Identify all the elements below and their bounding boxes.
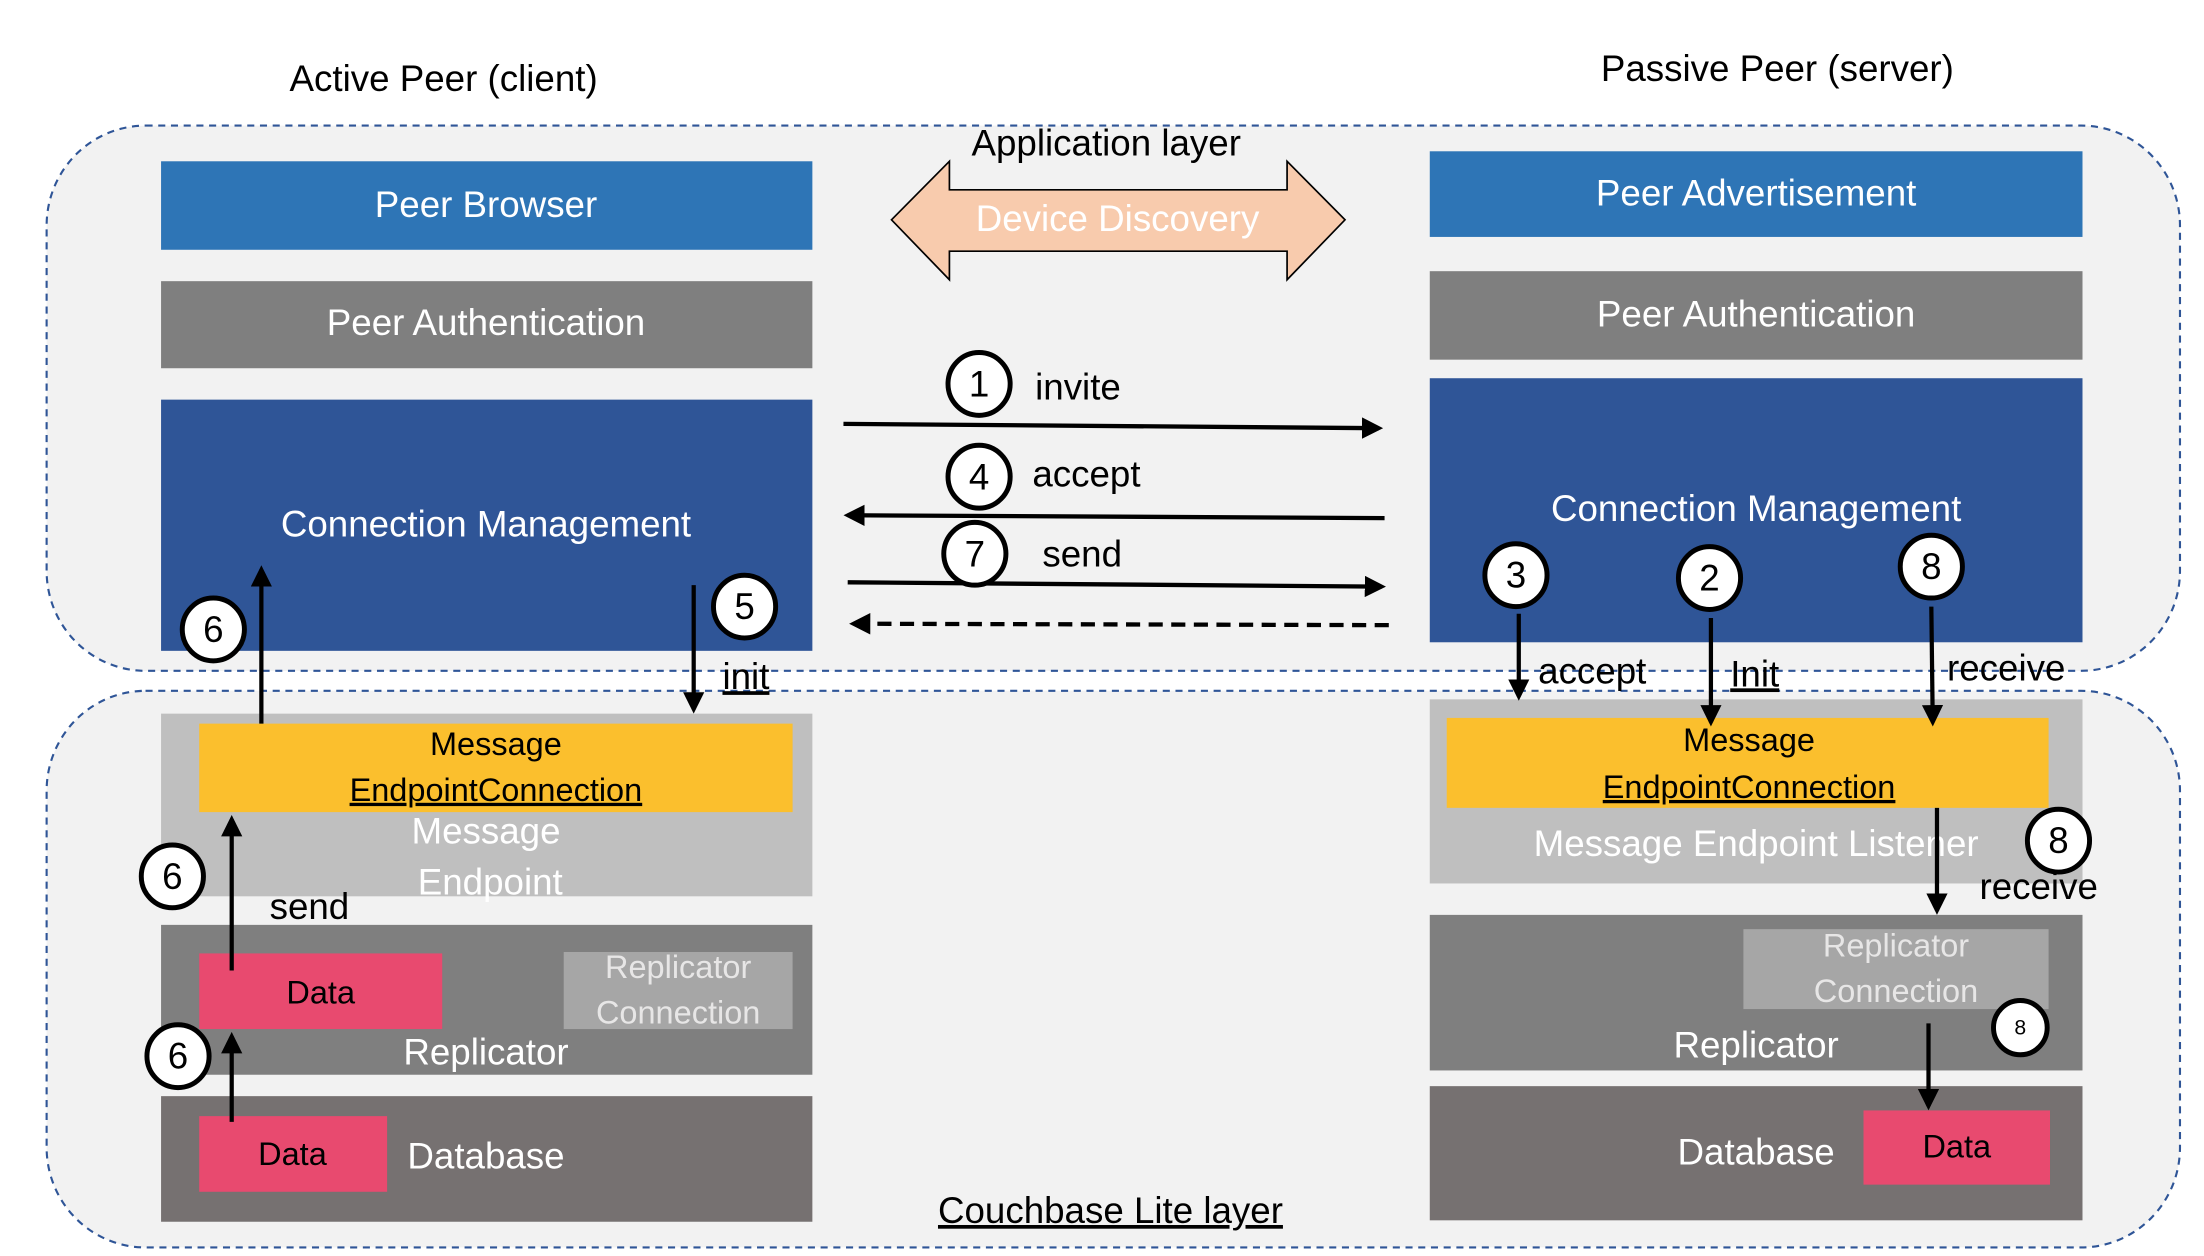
send-label: send: [1042, 533, 1122, 574]
invite-label: invite: [1035, 366, 1121, 407]
server-message-endpoint-listener-label: Message Endpoint Listener: [1534, 823, 1979, 864]
step-5-number: 5: [734, 586, 754, 627]
client-database-label: Database: [407, 1136, 564, 1177]
client-mec-label-1: Message: [430, 725, 562, 762]
server-receive-label-middle: receive: [1980, 866, 2098, 907]
client-replicator-label: Replicator: [403, 1031, 568, 1072]
step-8-number-bottom: 8: [2014, 1016, 2026, 1040]
server-mec-label-1: Message: [1683, 721, 1815, 758]
server-peer-advertisement-label: Peer Advertisement: [1596, 172, 1916, 213]
step-6-number-bottom: 6: [168, 1036, 188, 1077]
accept-arrow: [843, 504, 1385, 527]
client-mec-label-2: EndpointConnection: [350, 771, 643, 808]
accept-label: accept: [1032, 453, 1140, 494]
server-mec-label-2: EndpointConnection: [1603, 768, 1896, 805]
step-2-number: 2: [1699, 557, 1719, 598]
client-message-endpoint-label-2: Endpoint: [418, 862, 563, 903]
step-7-number: 7: [965, 533, 985, 574]
server-init-label: Init: [1730, 653, 1779, 694]
client-replicator-connection-label-1: Replicator: [605, 948, 751, 985]
server-accept-label: accept: [1538, 650, 1646, 691]
client-send-label: send: [270, 886, 350, 927]
step-3-number: 3: [1506, 555, 1526, 596]
server-connection-management-label: Connection Management: [1551, 488, 1961, 529]
client-peer-browser-label: Peer Browser: [375, 184, 597, 225]
step-1-number: 1: [969, 363, 989, 404]
server-replicator-connection-label-1: Replicator: [1823, 926, 1969, 963]
client-replicator-data-label: Data: [286, 973, 355, 1010]
passive-peer-heading: Passive Peer (server): [1601, 48, 1954, 89]
init-label: init: [722, 656, 769, 697]
client-connection-management-label: Connection Management: [281, 503, 691, 544]
server-database-data-label: Data: [1922, 1127, 1991, 1164]
server-replicator-label: Replicator: [1673, 1024, 1838, 1065]
server-database-label: Database: [1678, 1131, 1835, 1172]
step-8-number-top: 8: [1921, 546, 1941, 587]
step-4-number: 4: [969, 456, 989, 497]
server-receive-label-top: receive: [1947, 647, 2065, 688]
application-layer-label: Application layer: [972, 122, 1241, 163]
step-6-number-top: 6: [203, 609, 223, 650]
p2p-architecture-diagram: Active Peer (client) Passive Peer (serve…: [45, 48, 2182, 1249]
step-8-number-middle: 8: [2048, 820, 2068, 861]
server-replicator-connection-label-2: Connection: [1814, 972, 1978, 1009]
device-discovery-label: Device Discovery: [976, 198, 1260, 239]
step-6-number-middle: 6: [162, 856, 182, 897]
server-receive-arrow-top: [1921, 606, 1944, 727]
active-peer-heading: Active Peer (client): [290, 58, 598, 99]
client-peer-auth-label: Peer Authentication: [327, 302, 645, 343]
server-peer-auth-label: Peer Authentication: [1597, 293, 1915, 334]
client-database-data-label: Data: [258, 1135, 327, 1172]
client-message-endpoint-label-1: Message: [412, 810, 561, 851]
couchbase-layer-label: Couchbase Lite layer: [938, 1190, 1283, 1231]
client-replicator-connection-label-2: Connection: [596, 993, 760, 1030]
